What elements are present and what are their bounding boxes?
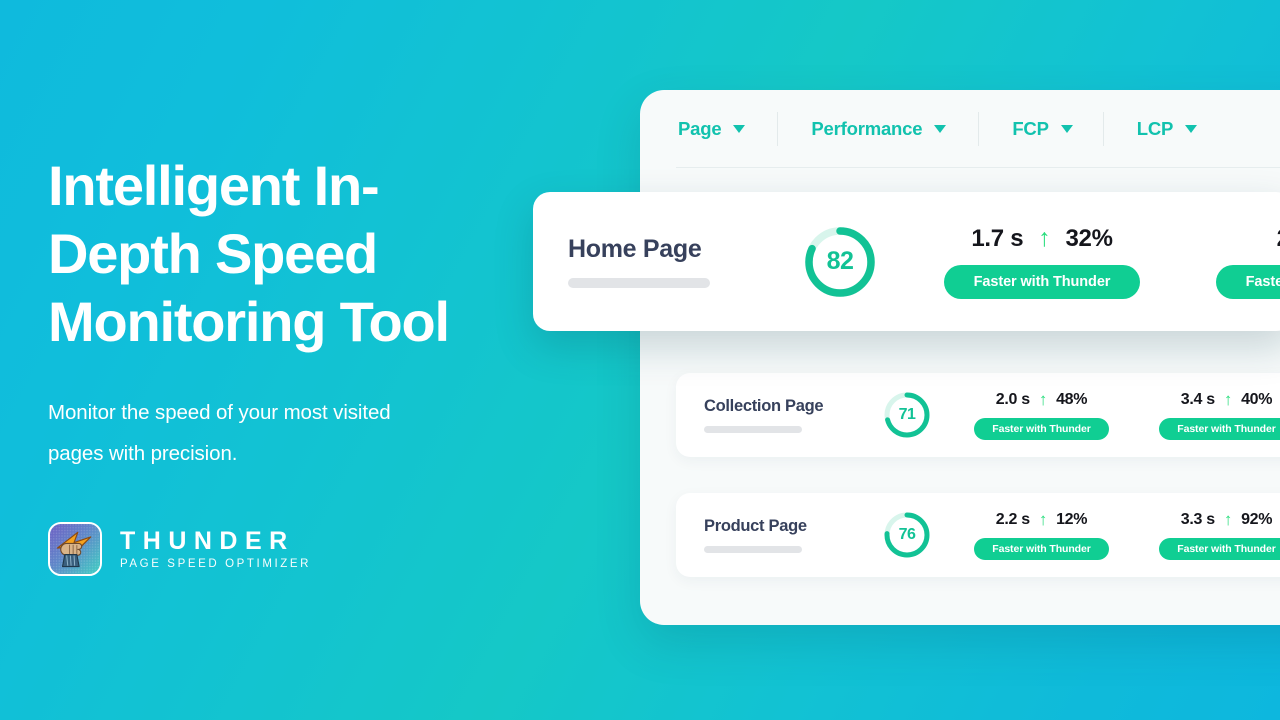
speed-report-panel: Page Performance FCP LCP Collection Page [640, 90, 1280, 625]
status-badge: Faster with Thunder [1159, 417, 1280, 440]
metric-lcp: 3.3 s ↑ 92% Faster with Thunder [1139, 511, 1280, 560]
featured-table-row[interactable]: Home Page 82 1.7 s ↑ 32% Faster with Thu… [533, 192, 1280, 331]
arrow-up-icon: ↑ [1038, 224, 1051, 252]
metric-fcp-time: 1.7 s [971, 224, 1024, 252]
page-name: Collection Page [704, 397, 824, 415]
brand-lockup: THUNDER PAGE SPEED OPTIMIZER [48, 522, 311, 576]
page-title: Intelligent In-Depth Speed Monitoring To… [48, 154, 450, 353]
column-header-lcp[interactable]: LCP [1102, 108, 1198, 150]
column-header-lcp-label: LCP [1136, 118, 1174, 139]
page-name: Product Page [704, 517, 807, 535]
chevron-down-icon[interactable] [1060, 125, 1073, 133]
status-badge: Faster with Thunder [943, 264, 1141, 299]
page-url-placeholder-bar [704, 426, 802, 433]
metric-fcp-time: 2.0 s [995, 390, 1030, 408]
chevron-down-icon[interactable] [733, 125, 746, 133]
metric-fcp-time: 2.2 s [995, 510, 1030, 528]
arrow-up-icon: ↑ [1038, 510, 1048, 529]
performance-score-value: 76 [898, 526, 916, 543]
metric-lcp-time: 3.3 s [1180, 510, 1215, 528]
brand-name: THUNDER [120, 526, 295, 555]
status-badge: Faster with Thunder [1215, 264, 1280, 299]
fist-lightning-bolt-icon [48, 522, 102, 576]
chevron-down-icon[interactable] [934, 125, 947, 133]
table-row[interactable]: Collection Page 71 2.0 s ↑ 48% Faster wi… [676, 373, 1280, 457]
metric-fcp-change: 12% [1056, 510, 1088, 528]
performance-score-value: 82 [826, 247, 854, 275]
metric-fcp-change: 48% [1056, 390, 1088, 408]
performance-score-gauge: 82 [801, 223, 879, 301]
metric-lcp-change: 40% [1241, 390, 1273, 408]
column-header-performance[interactable]: Performance [777, 108, 947, 150]
chevron-down-icon[interactable] [1185, 125, 1198, 133]
metric-lcp-time: 2.7 [1277, 225, 1280, 253]
column-header-page-label: Page [678, 118, 722, 139]
arrow-up-icon: ↑ [1223, 390, 1233, 409]
metric-fcp: 2.2 s ↑ 12% Faster with Thunder [954, 511, 1129, 560]
arrow-up-icon: ↑ [1038, 390, 1048, 409]
brand-tagline: PAGE SPEED OPTIMIZER [120, 557, 312, 570]
status-badge: Faster with Thunder [1159, 537, 1280, 560]
column-header-fcp[interactable]: FCP [978, 108, 1073, 150]
metric-lcp-change: 92% [1241, 510, 1273, 528]
status-badge: Faster with Thunder [974, 417, 1109, 440]
table-row[interactable]: Product Page 76 2.2 s ↑ 12% Faster with … [676, 493, 1280, 577]
metric-fcp: 1.7 s ↑ 32% Faster with Thunder [927, 225, 1157, 299]
page-name: Home Page [568, 235, 702, 263]
marketing-panel: Intelligent In-Depth Speed Monitoring To… [48, 0, 568, 720]
arrow-up-icon: ↑ [1223, 510, 1233, 529]
performance-score-value: 71 [898, 406, 916, 423]
page-name-cell: Product Page [704, 517, 864, 553]
performance-score-gauge: 76 [882, 510, 932, 560]
column-header-fcp-label: FCP [1012, 118, 1049, 139]
metric-fcp-change: 32% [1065, 224, 1113, 252]
metric-fcp: 2.0 s ↑ 48% Faster with Thunder [954, 391, 1129, 440]
page-url-placeholder-bar [704, 546, 802, 553]
column-header-performance-label: Performance [811, 118, 923, 139]
column-header-bar: Page Performance FCP LCP [640, 90, 1280, 168]
status-badge: Faster with Thunder [974, 537, 1109, 560]
page-url-placeholder-bar [568, 278, 710, 288]
metric-lcp-time: 3.4 s [1180, 390, 1215, 408]
performance-score-gauge: 71 [882, 390, 932, 440]
metric-lcp: 2.7 ↑ Faster with Thunder [1199, 225, 1280, 299]
page-subtitle: Monitor the speed of your most visited p… [48, 401, 391, 465]
page-name-cell: Collection Page [704, 397, 864, 433]
metric-lcp: 3.4 s ↑ 40% Faster with Thunder [1139, 391, 1280, 440]
page-name-cell: Home Page [568, 235, 773, 288]
column-header-page[interactable]: Page [678, 108, 746, 150]
